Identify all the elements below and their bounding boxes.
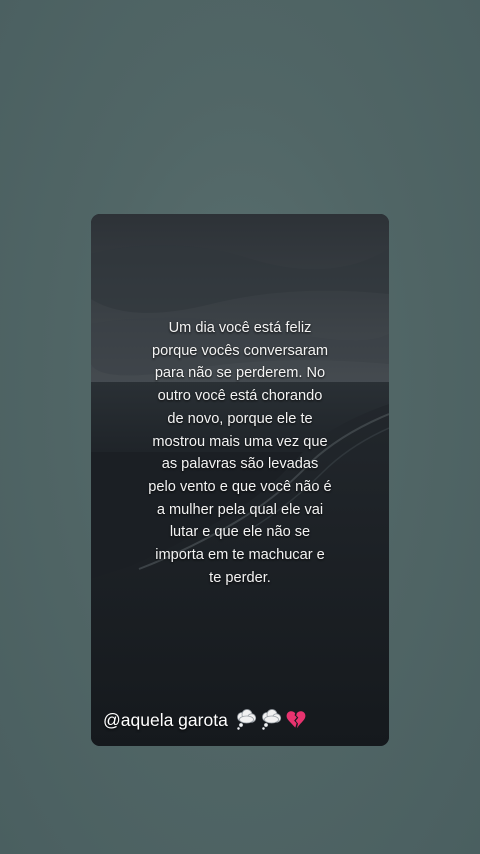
quote-line: te perder. <box>209 569 271 586</box>
story-card: Um dia você está feliz porque vocês conv… <box>91 214 389 746</box>
quote-line: importa em te machucar e <box>155 547 325 564</box>
quote-text: Um dia você está feliz porque vocês conv… <box>113 317 367 589</box>
quote-line: porque vocês conversaram <box>151 342 329 359</box>
thought-balloon-icon <box>261 709 281 730</box>
quote-line: Um dia você está feliz <box>168 320 312 336</box>
quote-line: para não se perderem. No <box>154 365 326 382</box>
emoji-group <box>234 708 308 732</box>
quote-line: as palavras são levadas <box>161 456 319 473</box>
quote-line: lutar e que ele não se <box>169 524 311 541</box>
broken-heart-icon <box>286 711 306 729</box>
author-credit: @aquela garota <box>103 706 308 734</box>
quote-line: outro você está chorando <box>157 388 323 405</box>
author-handle: @aquela garota <box>103 709 228 730</box>
quote-line: de novo, porque ele te <box>167 410 313 427</box>
thought-balloon-icon <box>236 709 256 730</box>
quote-line: mostrou mais uma vez que <box>152 433 328 450</box>
quote-line: pelo vento e que você não é <box>148 478 332 495</box>
quote-line: a mulher pela qual ele vai <box>156 501 324 518</box>
